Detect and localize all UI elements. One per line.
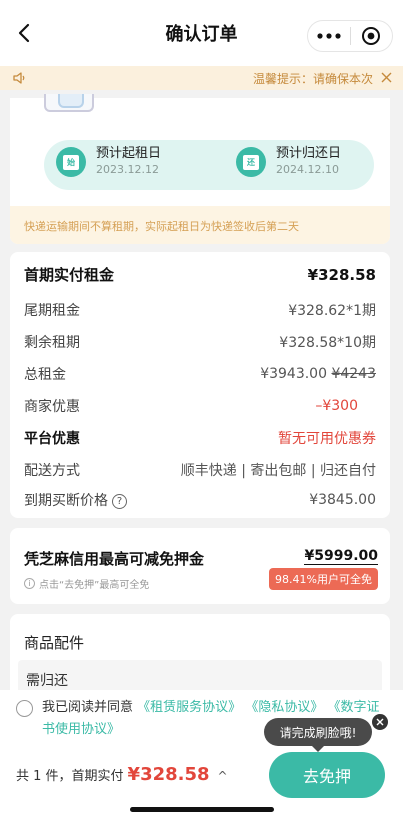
face-verify-tooltip: 请完成刷脸哦! xyxy=(264,718,372,752)
speaker-icon xyxy=(12,71,26,89)
calendar-icon: 始 xyxy=(56,147,86,177)
cost-details-card: 首期实付租金 ¥328.58 尾期租金 ¥328.62*1期 剩余租期 ¥328… xyxy=(10,252,390,518)
end-date-value: 2024.12.10 xyxy=(276,163,339,176)
original-total: ¥4243 xyxy=(331,366,376,382)
rental-dates-pill: 始 预计起租日 2023.12.12 还 预计归还日 2024.12.10 xyxy=(44,140,374,190)
deposit-free-button[interactable]: 去免押 xyxy=(269,752,385,798)
mini-program-capsule xyxy=(307,20,393,52)
info-icon: i xyxy=(24,578,35,589)
start-date-value: 2023.12.12 xyxy=(96,163,159,176)
remaining-row: 剩余租期 ¥328.58*10期 xyxy=(24,335,376,351)
notice-bar: 温馨提示：请确保本次 xyxy=(0,66,403,90)
navbar: 确认订单 xyxy=(0,0,403,66)
more-icon[interactable] xyxy=(308,33,350,39)
total-value: ¥3943.00 xyxy=(260,366,327,382)
total-rent-row: 总租金 ¥3943.00 ¥4243 xyxy=(24,366,376,383)
shipping-tip: 快递运输期间不算租期，实际起租日为快递签收后第二天 xyxy=(10,206,390,244)
deposit-hint: i 点击“去免押”最高可全免 xyxy=(24,576,149,591)
accessories-title: 商品配件 xyxy=(24,634,85,652)
start-date-label: 预计起租日 xyxy=(96,146,162,161)
deposit-card: 凭芝麻信用最高可减免押金 ¥5999.00 i 点击“去免押”最高可全免 98.… xyxy=(10,528,390,604)
delivery-row: 配送方式 顺丰快递 | 寄出包邮 | 归还自付 xyxy=(24,463,376,479)
lease-agreement-link[interactable]: 《租赁服务协议》 xyxy=(137,700,241,715)
buyout-row: 到期买断价格? ¥3845.00 xyxy=(24,492,376,509)
page-title: 确认订单 xyxy=(165,24,238,45)
order-summary[interactable]: 共 1 件，首期实付 ¥328.58 ^ xyxy=(16,764,228,785)
end-date: 还 预计归还日 2024.12.10 xyxy=(236,146,341,178)
checkout-bar: 共 1 件，首期实付 ¥328.58 ^ 去免押 xyxy=(0,742,403,816)
close-icon[interactable] xyxy=(380,71,393,88)
first-payment-row: 首期实付租金 ¥328.58 xyxy=(24,265,376,285)
merchant-discount-row: 商家优惠 –¥300 xyxy=(24,398,358,415)
product-thumbnail xyxy=(44,94,94,112)
tooltip-close-icon[interactable] xyxy=(372,714,388,730)
platform-discount-row[interactable]: 平台优惠 暂无可用优惠券 xyxy=(24,428,376,448)
notice-text: 温馨提示：请确保本次 xyxy=(252,72,373,86)
back-arrow-icon[interactable] xyxy=(14,22,36,44)
chevron-up-icon[interactable]: ^ xyxy=(218,769,228,783)
help-icon[interactable]: ? xyxy=(112,493,127,509)
calendar-icon: 还 xyxy=(236,147,266,177)
deposit-badge: 98.41%用户可全免 xyxy=(269,568,378,590)
start-date: 始 预计起租日 2023.12.12 xyxy=(56,146,161,178)
deposit-amount: ¥5999.00 xyxy=(304,548,378,565)
last-period-row: 尾期租金 ¥328.62*1期 xyxy=(24,303,376,319)
deposit-title: 凭芝麻信用最高可减免押金 xyxy=(24,550,205,568)
home-indicator xyxy=(130,807,274,812)
total-price: ¥328.58 xyxy=(127,764,210,785)
agree-checkbox[interactable] xyxy=(16,700,33,717)
privacy-agreement-link[interactable]: 《隐私协议》 xyxy=(245,700,323,715)
rental-period-card: 始 预计起租日 2023.12.12 还 预计归还日 2024.12.10 快递… xyxy=(10,94,390,244)
close-miniprogram-icon[interactable] xyxy=(351,26,393,46)
end-date-label: 预计归还日 xyxy=(276,146,342,161)
